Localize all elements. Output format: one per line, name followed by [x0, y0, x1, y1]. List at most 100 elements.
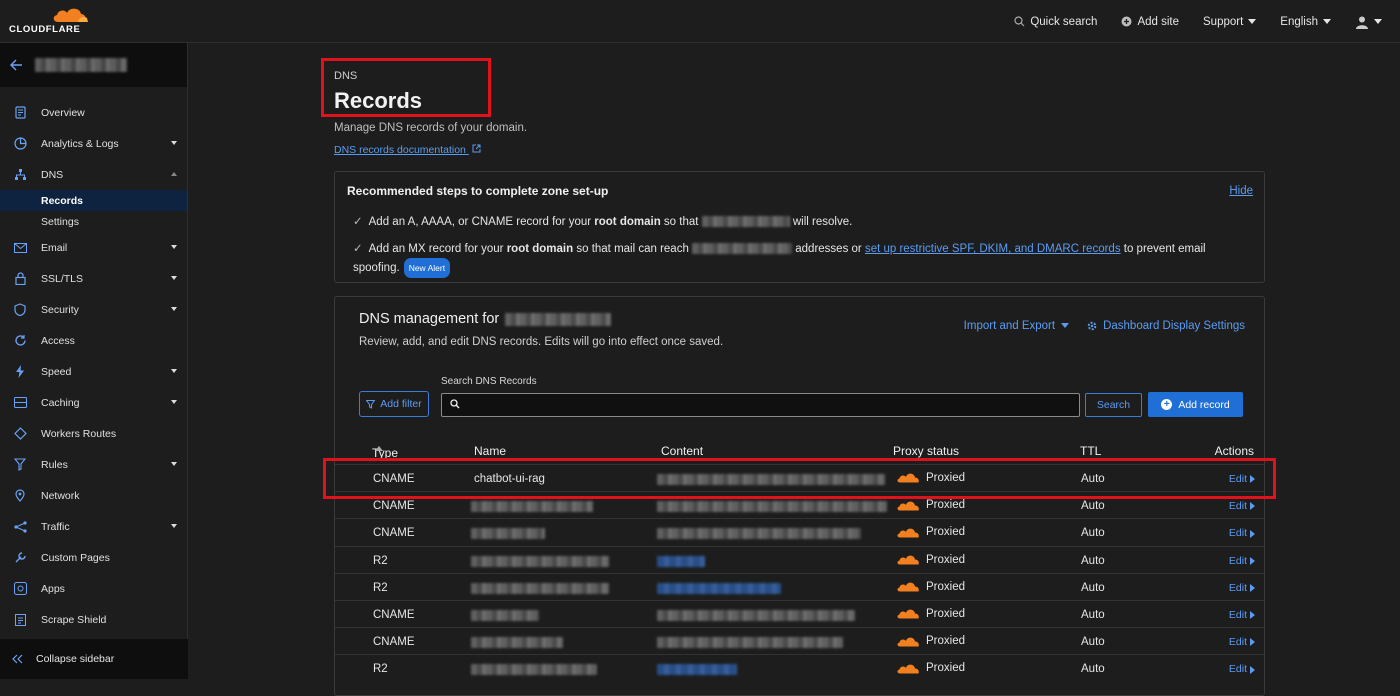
sidebar-item-analytics[interactable]: Analytics & Logs [0, 128, 187, 159]
back-arrow-icon[interactable] [10, 59, 23, 71]
refresh-icon [13, 334, 27, 348]
column-header-actions: Actions [1214, 444, 1254, 458]
sidebar-subitem-settings[interactable]: Settings [0, 211, 187, 232]
search-button[interactable]: Search [1085, 393, 1142, 417]
record-type: CNAME [373, 636, 415, 649]
external-link-icon [472, 144, 481, 153]
edit-button[interactable]: Edit [1229, 663, 1255, 675]
dns-search-input[interactable] [441, 393, 1080, 417]
sidebar-item-caching[interactable]: Caching [0, 387, 187, 418]
proxy-status: Proxied [896, 526, 965, 538]
breadcrumb[interactable]: DNS [334, 70, 357, 82]
dns-management-description: Review, add, and edit DNS records. Edits… [359, 336, 724, 348]
proxy-status: Proxied [896, 554, 965, 566]
sidebar-item-traffic[interactable]: Traffic [0, 511, 187, 542]
step-text: Add an MX record for your [368, 243, 507, 255]
proxy-status-label: Proxied [926, 526, 965, 539]
edit-button[interactable]: Edit [1229, 500, 1255, 512]
table-row[interactable]: R2 Proxied Auto Edit [335, 654, 1264, 681]
language-label: English [1280, 15, 1318, 28]
sidebar-item-ssl[interactable]: SSL/TLS [0, 263, 187, 294]
edit-button[interactable]: Edit [1229, 527, 1255, 539]
sidebar-item-security[interactable]: Security [0, 294, 187, 325]
support-menu[interactable]: Support [1203, 16, 1257, 28]
sidebar-item-speed[interactable]: Speed [0, 356, 187, 387]
collapse-sidebar-button[interactable]: Collapse sidebar [0, 639, 188, 679]
double-chevron-left-icon [12, 654, 23, 664]
add-site-button[interactable]: Add site [1121, 16, 1179, 28]
pin-icon [13, 489, 27, 503]
sidebar-item-label: Rules [41, 458, 68, 471]
proxy-status-label: Proxied [926, 635, 965, 648]
column-header-name: Name [474, 444, 507, 458]
proxy-status-label: Proxied [926, 662, 965, 675]
redacted-content [657, 664, 737, 676]
step-text: so that [660, 216, 702, 228]
record-ttl: Auto [1081, 527, 1105, 540]
record-ttl: Auto [1081, 581, 1105, 594]
cloud-logo-icon [53, 8, 88, 22]
sidebar-item-apps[interactable]: Apps [0, 573, 187, 604]
step-text: addresses or [792, 243, 865, 255]
redacted-name [471, 501, 593, 513]
proxied-cloud-icon [897, 664, 919, 674]
step-bold: root domain [506, 243, 574, 255]
search-icon [450, 399, 460, 409]
sidebar-item-access[interactable]: Access [0, 325, 187, 356]
sidebar-item-scrape-shield[interactable]: Scrape Shield [0, 604, 187, 635]
edit-button[interactable]: Edit [1229, 582, 1255, 594]
column-header-ttl: TTL [1080, 444, 1102, 458]
chevron-down-icon [1061, 323, 1070, 329]
sidebar-item-label: Speed [41, 365, 72, 378]
chevron-right-icon [1250, 638, 1255, 647]
redacted-name [471, 528, 545, 540]
table-row[interactable]: CNAME Proxied Auto Edit [335, 599, 1264, 627]
edit-label: Edit [1228, 500, 1247, 513]
display-settings-button[interactable]: Dashboard Display Settings [1087, 320, 1245, 332]
cloudflare-logo[interactable]: CLOUDFLARE [9, 6, 91, 36]
table-row[interactable]: R2 Proxied Auto Edit [335, 572, 1264, 600]
dns-actions: Import and Export Dashboard Display Sett… [964, 320, 1245, 332]
import-export-menu[interactable]: Import and Export [964, 320, 1070, 332]
sidebar-item-dns[interactable]: DNS [0, 159, 187, 190]
edit-button[interactable]: Edit [1229, 636, 1255, 648]
add-record-button[interactable]: + Add record [1148, 392, 1243, 417]
sidebar-item-label: SSL/TLS [41, 272, 84, 285]
chevron-right-icon [1250, 611, 1255, 620]
record-ttl: Auto [1081, 500, 1105, 513]
chart-icon [13, 137, 27, 151]
table-row[interactable]: CNAME Proxied Auto Edit [335, 627, 1264, 654]
record-type: CNAME [373, 608, 415, 621]
edit-button[interactable]: Edit [1229, 609, 1255, 621]
redacted-name [471, 637, 563, 649]
sidebar-item-custom-pages[interactable]: Custom Pages [0, 542, 187, 573]
setup-heading: Recommended steps to complete zone set-u… [347, 184, 609, 198]
hide-button[interactable]: Hide [1229, 185, 1253, 197]
user-menu[interactable] [1355, 15, 1382, 29]
sidebar-item-label: Workers Routes [41, 427, 117, 440]
main-content: DNS Records Manage DNS records of your d… [189, 44, 1400, 696]
edit-button[interactable]: Edit [1229, 555, 1255, 567]
highlight-box-row [323, 458, 1276, 499]
table-row[interactable]: CNAME Proxied Auto Edit [335, 518, 1264, 545]
sidebar-item-workers-routes[interactable]: Workers Routes [0, 418, 187, 449]
redacted-domain [701, 216, 790, 228]
sidebar-item-label: Security [41, 303, 79, 316]
sidebar-item-network[interactable]: Network [0, 480, 187, 511]
lock-icon [13, 272, 27, 286]
language-menu[interactable]: English [1280, 16, 1331, 28]
spf-dkim-dmarc-link[interactable]: set up restrictive SPF, DKIM, and DMARC … [865, 243, 1121, 255]
bolt-icon [13, 365, 27, 379]
sidebar-item-rules[interactable]: Rules [0, 449, 187, 480]
chevron-down-icon [171, 276, 177, 280]
new-alert-badge[interactable]: New Alert [403, 258, 451, 278]
table-row[interactable]: R2 Proxied Auto Edit [335, 545, 1264, 573]
sidebar-subitem-records[interactable]: Records [0, 190, 187, 211]
quick-search-button[interactable]: Quick search [1014, 16, 1097, 28]
add-filter-button[interactable]: Add filter [359, 391, 429, 417]
dns-docs-link[interactable]: DNS records documentation [334, 144, 481, 156]
chevron-right-icon [1250, 529, 1255, 538]
sidebar-item-overview[interactable]: Overview [0, 97, 187, 128]
sidebar-item-email[interactable]: Email [0, 232, 187, 263]
sidebar-nav: Overview Analytics & Logs DNS Records Se… [0, 87, 187, 635]
